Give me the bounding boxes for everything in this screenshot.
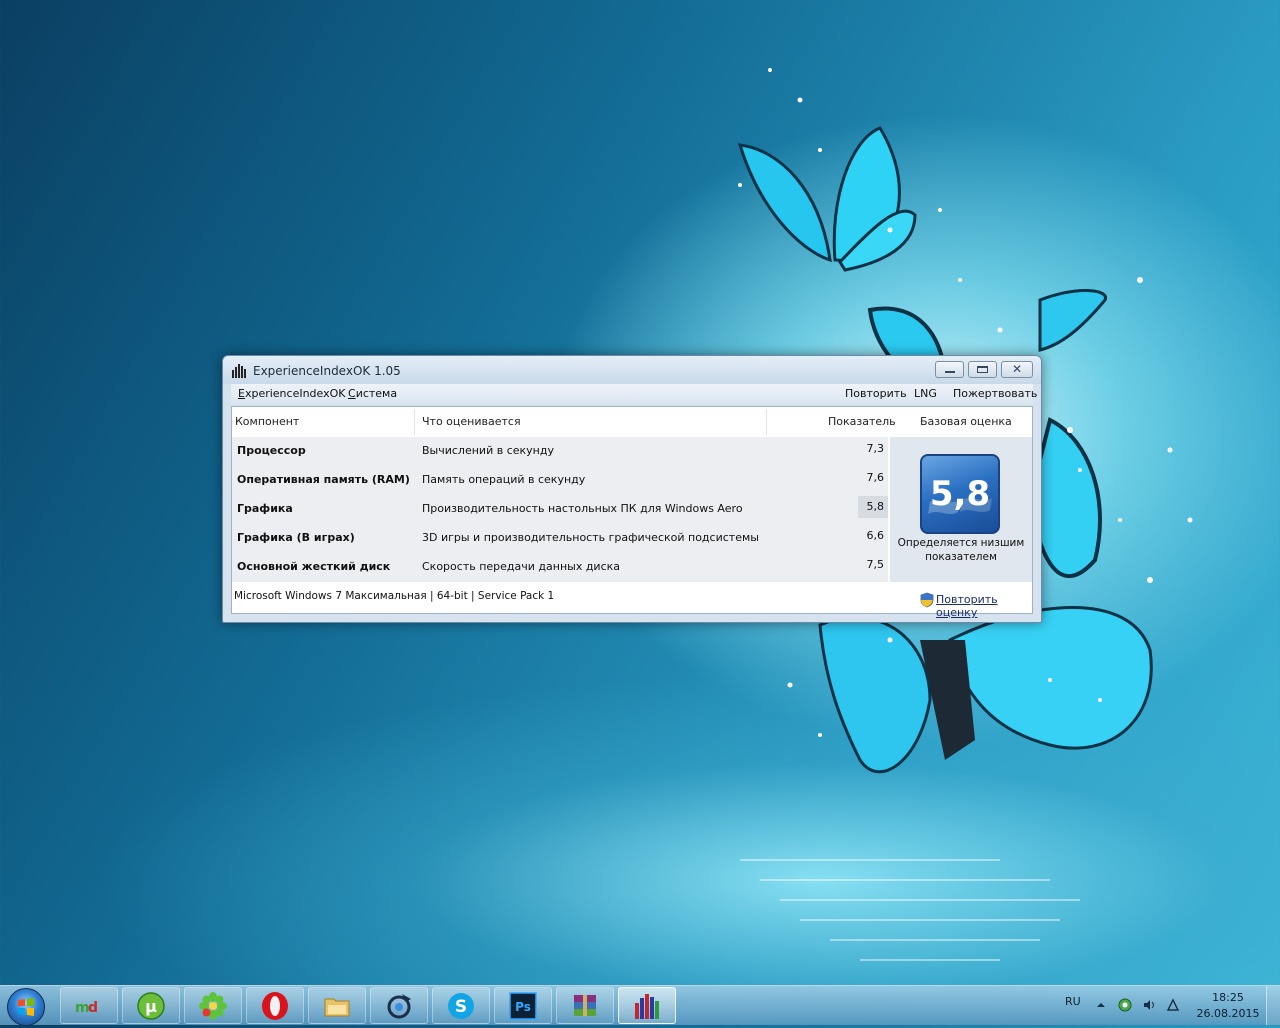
- icq-icon: [199, 992, 227, 1020]
- skype-icon: S: [448, 993, 474, 1019]
- row-rated: Скорость передачи данных диска: [422, 560, 621, 573]
- windows-logo-icon: [18, 998, 34, 1016]
- taskbar: m d µ S Ps RU 18:25 26.08.2015: [0, 985, 1280, 1026]
- menu-bar: ExperienceIndexOK Система Повторить LNG …: [231, 384, 1037, 404]
- menu-system[interactable]: Система: [348, 387, 397, 400]
- score-table: Компонент Что оценивается Показатель Баз…: [231, 406, 1033, 619]
- row-component: Графика (В играх): [237, 531, 355, 544]
- photoshop-icon: Ps: [509, 992, 537, 1020]
- action-center-icon[interactable]: [1166, 998, 1180, 1012]
- row-score: 7,3: [866, 442, 885, 455]
- base-caption-line1: Определяется низшим: [897, 537, 1025, 549]
- svg-text:d: d: [88, 1000, 98, 1016]
- show-desktop-button[interactable]: [1266, 986, 1280, 1025]
- tray-expand-icon[interactable]: [1094, 998, 1108, 1012]
- header-base[interactable]: Базовая оценка: [920, 415, 1012, 428]
- title-bar[interactable]: ExperienceIndexOK 1.05 ✕: [223, 356, 1041, 384]
- table-row[interactable]: Основной жесткий диск Скорость передачи …: [232, 552, 888, 581]
- taskbar-button-icq[interactable]: [184, 987, 242, 1024]
- row-rated: Производительность настольных ПК для Win…: [422, 502, 743, 515]
- svg-text:µ: µ: [145, 997, 157, 1016]
- header-rated[interactable]: Что оценивается: [422, 415, 521, 428]
- bar-chart-icon: [232, 364, 246, 378]
- svg-text:Ps: Ps: [515, 1000, 531, 1014]
- row-component: Графика: [237, 502, 293, 515]
- minimize-button[interactable]: [935, 361, 964, 378]
- close-icon: ✕: [1011, 362, 1023, 376]
- row-score: 6,6: [866, 529, 885, 542]
- clock-date[interactable]: 26.08.2015: [1196, 1007, 1260, 1020]
- mydocs-icon: m d: [75, 1000, 98, 1016]
- menu-repeat[interactable]: Повторить: [845, 387, 907, 400]
- os-info: Microsoft Windows 7 Максимальная | 64-bi…: [234, 590, 555, 602]
- menu-donate[interactable]: Пожертвовать: [953, 387, 1037, 400]
- header-divider: [414, 409, 415, 435]
- taskbar-button-explorer[interactable]: [308, 987, 366, 1024]
- row-score: 7,6: [866, 471, 885, 484]
- volume-icon[interactable]: [1142, 998, 1156, 1012]
- start-button[interactable]: [7, 988, 45, 1026]
- table-row[interactable]: Оперативная память (RAM) Память операций…: [232, 465, 888, 494]
- clock-time[interactable]: 18:25: [1200, 991, 1256, 1004]
- butterfly-top: [737, 126, 917, 272]
- taskbar-button-photoshop[interactable]: Ps: [494, 987, 552, 1024]
- water-reflection: [740, 859, 1080, 961]
- taskbar-button-winrar[interactable]: [556, 987, 614, 1024]
- base-score-caption: Определяется низшим показателем: [892, 536, 1030, 564]
- base-score-panel: 5,8 Определяется низшим показателем: [890, 437, 1032, 582]
- window-title: ExperienceIndexOK 1.05: [253, 364, 401, 378]
- row-rated: Память операций в секунду: [422, 473, 586, 486]
- table-row[interactable]: Графика Производительность настольных ПК…: [232, 494, 888, 523]
- rerun-assessment-link[interactable]: Повторить оценку: [936, 593, 1032, 619]
- row-rated: 3D игры и производительность графической…: [422, 531, 759, 544]
- base-score-badge: 5,8: [920, 454, 1000, 534]
- header-score[interactable]: Показатель: [828, 415, 896, 428]
- taskbar-button-mydocs[interactable]: m d: [60, 987, 118, 1024]
- svg-text:S: S: [455, 997, 467, 1017]
- row-rated: Вычислений в секунду: [422, 444, 554, 457]
- header-divider: [766, 409, 767, 435]
- experienceindexok-window[interactable]: ExperienceIndexOK 1.05 ✕ ExperienceIndex…: [222, 355, 1042, 623]
- winrar-icon: [574, 995, 596, 1016]
- header-component[interactable]: Компонент: [235, 415, 299, 428]
- row-score-lowest: 5,8: [858, 496, 888, 518]
- uac-shield-icon: [920, 592, 934, 608]
- base-caption-line2: показателем: [925, 551, 997, 563]
- experienceindex-icon: [635, 994, 659, 1019]
- menu-lng[interactable]: LNG: [914, 387, 937, 400]
- menu-experienceindexok[interactable]: ExperienceIndexOK: [238, 387, 346, 400]
- folder-icon: [324, 998, 350, 1017]
- table-row[interactable]: Графика (В играх) 3D игры и производител…: [232, 523, 888, 552]
- close-button[interactable]: ✕: [1001, 361, 1033, 378]
- maximize-icon: [977, 366, 988, 373]
- language-indicator[interactable]: RU: [1065, 995, 1081, 1008]
- taskbar-button-player[interactable]: [370, 987, 428, 1024]
- row-component: Основной жесткий диск: [237, 560, 391, 573]
- player-icon: [387, 994, 411, 1019]
- taskbar-button-opera[interactable]: [246, 987, 304, 1024]
- base-score-value: 5,8: [929, 474, 991, 514]
- table-header: Компонент Что оценивается Показатель Баз…: [232, 407, 1032, 435]
- network-icon[interactable]: [1118, 998, 1132, 1012]
- row-score: 7,5: [866, 558, 885, 571]
- utorrent-icon: µ: [137, 992, 165, 1020]
- taskbar-button-skype[interactable]: S: [432, 987, 490, 1024]
- taskbar-button-experienceindexok[interactable]: [618, 987, 676, 1024]
- maximize-button[interactable]: [968, 361, 997, 378]
- table-row[interactable]: Процессор Вычислений в секунду 7,3: [232, 436, 888, 465]
- row-component: Процессор: [237, 444, 306, 457]
- status-footer: Microsoft Windows 7 Максимальная | 64-bi…: [232, 582, 1032, 619]
- taskbar-button-utorrent[interactable]: µ: [122, 987, 180, 1024]
- row-component: Оперативная память (RAM): [237, 473, 410, 486]
- minimize-icon: [945, 371, 955, 373]
- opera-icon: [262, 992, 288, 1020]
